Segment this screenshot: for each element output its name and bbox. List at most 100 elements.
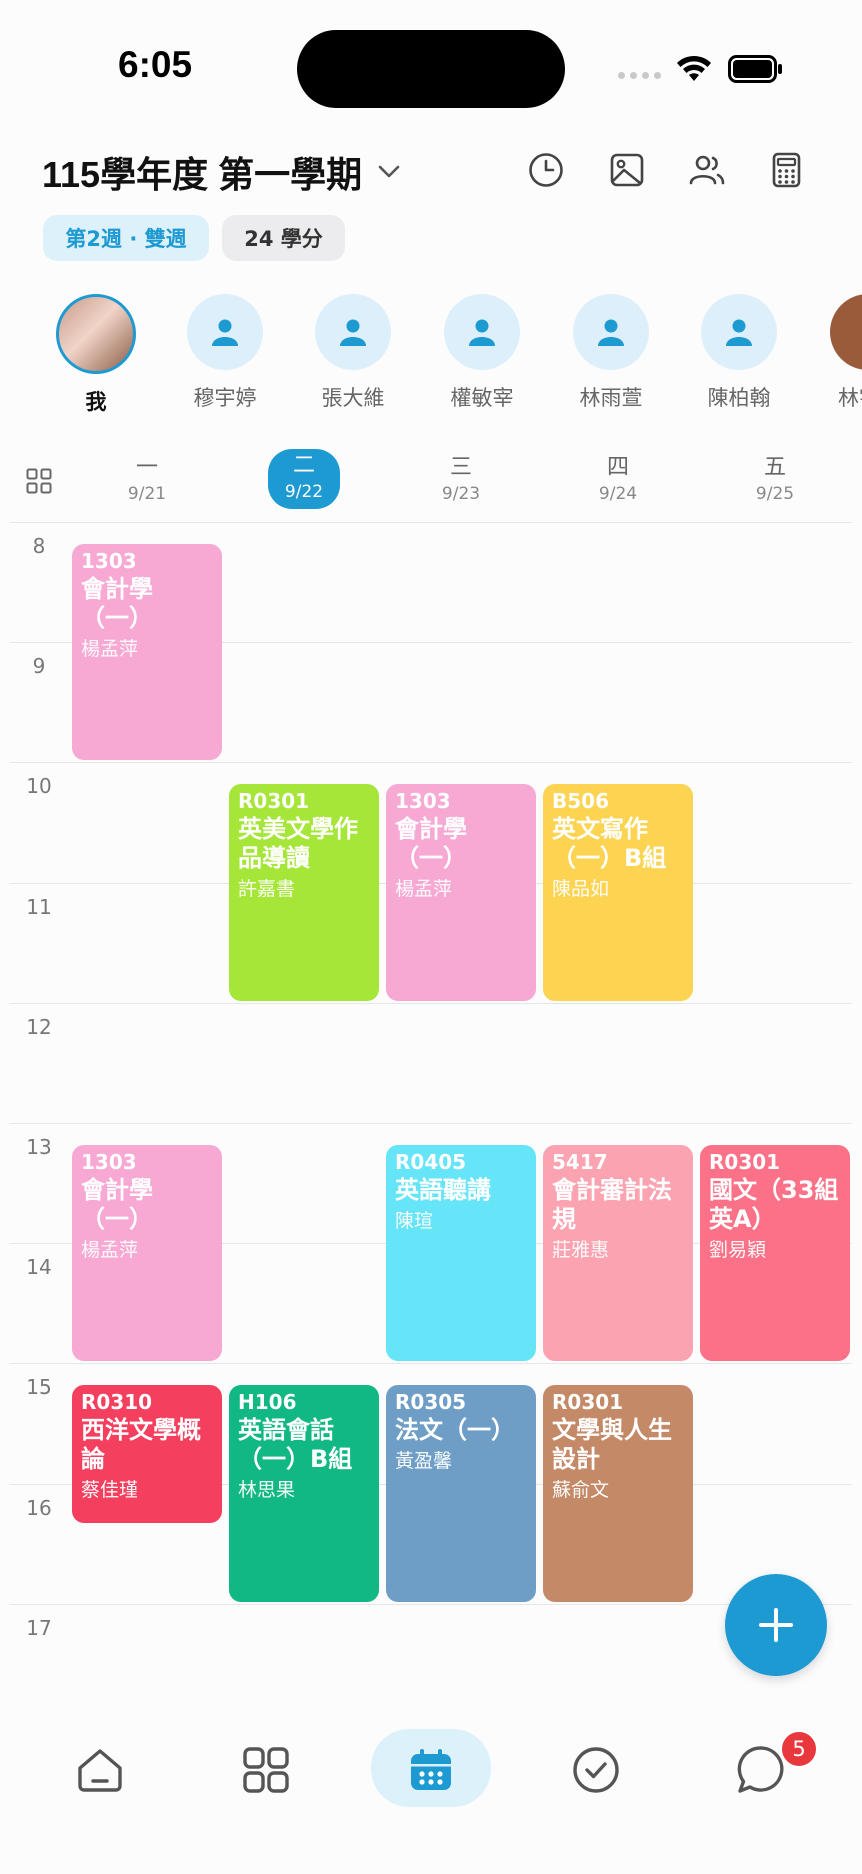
- course-teacher: 劉易穎: [709, 1239, 767, 1261]
- wifi-icon: [677, 55, 711, 81]
- friend-avatar[interactable]: 穆宇婷: [165, 294, 285, 412]
- friend-avatar[interactable]: 林雨萱: [551, 294, 671, 412]
- grid-line: [10, 762, 852, 764]
- app-screen: 6:05 115學年度 第一學期 第2週 · 雙週 24 學分 我 穆宇婷 張大…: [0, 0, 862, 1874]
- day-column-header[interactable]: 三 9/23: [416, 455, 506, 505]
- friends-icon[interactable]: [687, 150, 727, 190]
- course-block[interactable]: B506 英文寫作 （一）B組陳品如: [543, 784, 693, 1001]
- course-block[interactable]: R0405 英語聽講 陳瑄: [386, 1145, 536, 1362]
- message-badge: 5: [780, 1730, 818, 1768]
- day-column-header[interactable]: 五 9/25: [730, 455, 820, 505]
- grid-line: [10, 1002, 852, 1004]
- week-chip[interactable]: 第2週 · 雙週: [43, 215, 209, 261]
- hour-label: 9: [32, 654, 46, 679]
- course-teacher: 許嘉書: [238, 878, 296, 901]
- course-block[interactable]: R0310 西洋文學概論蔡佳瑾: [72, 1385, 222, 1524]
- course-block[interactable]: R0301 文學與人生設計蘇俞文: [543, 1385, 693, 1602]
- grid-line: [10, 522, 852, 523]
- person-icon: [444, 294, 520, 370]
- course-room: R0301: [238, 789, 310, 814]
- friend-avatar[interactable]: 陳柏翰: [679, 294, 799, 412]
- friend-name: 林宇: [838, 386, 862, 410]
- course-name: 會計學 （一）: [81, 575, 153, 632]
- clock-icon[interactable]: [526, 150, 566, 190]
- weekday-label: 二: [292, 453, 315, 478]
- friend-name: 我: [85, 390, 107, 414]
- friend-avatar[interactable]: 張大維: [293, 294, 413, 412]
- course-name: 西洋文學概論: [81, 1416, 201, 1474]
- weekday-label: 四: [606, 455, 629, 480]
- nav-apps[interactable]: [236, 1740, 296, 1800]
- course-name: 會計審計法規: [552, 1176, 672, 1233]
- credits-chip[interactable]: 24 學分: [222, 215, 345, 261]
- hour-label: 12: [26, 1014, 52, 1039]
- friend-avatar-me[interactable]: 我: [36, 294, 156, 416]
- course-block[interactable]: 1303 會計學 （一） 楊孟萍: [72, 544, 222, 761]
- hour-label: 10: [26, 774, 52, 799]
- calendar-icon: [411, 1749, 451, 1790]
- course-block[interactable]: R0301 國文（33組英A） 劉易穎: [700, 1145, 850, 1362]
- course-block[interactable]: R0305 法文（一） 黃盈馨: [386, 1385, 536, 1602]
- course-block[interactable]: R0301 英美文學作品導讀許嘉書: [229, 784, 379, 1001]
- course-teacher: 陳品如: [552, 878, 610, 901]
- course-name: 會計學 （一）: [395, 815, 467, 873]
- course-teacher: 林思果: [238, 1479, 296, 1502]
- friend-name: 林雨萱: [579, 386, 643, 410]
- day-column-header[interactable]: 二 9/22: [268, 449, 340, 509]
- grid-line: [10, 1603, 852, 1605]
- course-teacher: 莊雅惠: [552, 1239, 610, 1261]
- day-column-header[interactable]: 一 9/21: [102, 455, 192, 505]
- course-name: 英語會話 （一）B組: [238, 1416, 353, 1474]
- course-teacher: 楊孟萍: [395, 878, 453, 901]
- nav-calendar[interactable]: [401, 1740, 461, 1800]
- hour-label: 8: [32, 534, 46, 558]
- term-selector[interactable]: 115學年度 第一學期: [42, 146, 400, 198]
- apps-icon: [243, 1747, 289, 1793]
- image-icon[interactable]: [607, 150, 647, 190]
- day-column-header[interactable]: 四 9/24: [573, 455, 663, 505]
- friend-avatar[interactable]: 林宇: [808, 294, 862, 412]
- check-circle-icon: [573, 1747, 619, 1793]
- course-block[interactable]: H106 英語會話 （一）B組林思果: [229, 1385, 379, 1602]
- person-icon: [315, 294, 391, 370]
- nav-tasks[interactable]: [566, 1740, 626, 1800]
- course-room: R0305: [395, 1390, 467, 1415]
- grid-view-icon[interactable]: [26, 468, 52, 494]
- friend-avatar[interactable]: 權敏宰: [422, 294, 542, 412]
- course-name: 文學與人生設計: [552, 1416, 672, 1474]
- nav-home[interactable]: [70, 1740, 130, 1800]
- course-name: 英文寫作 （一）B組: [552, 815, 667, 873]
- friend-name: 陳柏翰: [707, 386, 771, 410]
- status-time: 6:05: [118, 44, 193, 85]
- course-teacher: 楊孟萍: [81, 638, 139, 660]
- course-name: 英美文學作品導讀: [238, 815, 358, 873]
- hour-label: 15: [26, 1375, 52, 1400]
- weekday-label: 五: [763, 455, 786, 480]
- home-icon: [78, 1749, 122, 1792]
- person-icon: [187, 294, 263, 370]
- course-teacher: 蘇俞文: [552, 1479, 610, 1502]
- date-label: 9/23: [441, 484, 481, 504]
- avatar: [56, 294, 136, 374]
- course-room: R0310: [81, 1390, 153, 1415]
- course-block[interactable]: 1303 會計學 （一） 楊孟萍: [386, 784, 536, 1001]
- dynamic-island: [297, 30, 565, 108]
- course-room: B506: [552, 789, 609, 814]
- calculator-icon[interactable]: [766, 150, 806, 190]
- hour-label: 13: [26, 1135, 52, 1159]
- course-block[interactable]: 1303 會計學 （一） 楊孟萍: [72, 1145, 222, 1362]
- weekday-label: 一: [135, 455, 158, 480]
- course-teacher: 蔡佳瑾: [81, 1479, 139, 1502]
- course-block[interactable]: 5417 會計審計法規 莊雅惠: [543, 1145, 693, 1362]
- add-course-button[interactable]: [725, 1574, 827, 1676]
- course-name: 英語聽講: [395, 1176, 491, 1204]
- hour-label: 14: [26, 1255, 52, 1280]
- chevron-down-icon: [378, 165, 400, 178]
- course-room: R0301: [552, 1390, 624, 1415]
- grid-line: [10, 1123, 852, 1124]
- course-room: 1303: [395, 789, 451, 814]
- course-name: 會計學 （一）: [81, 1176, 153, 1233]
- course-teacher: 陳瑄: [395, 1210, 434, 1232]
- course-teacher: 楊孟萍: [81, 1239, 139, 1261]
- course-room: H106: [238, 1390, 297, 1415]
